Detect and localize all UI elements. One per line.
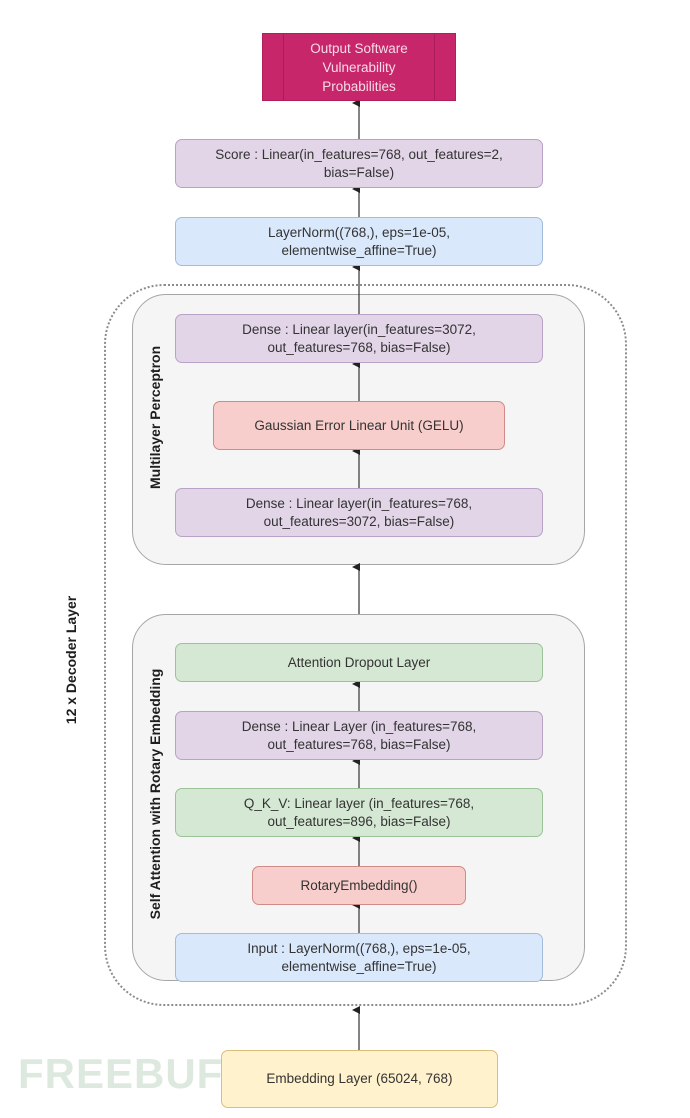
mlp-dense-out-line-2: out_features=768, bias=False) bbox=[267, 339, 451, 355]
score-line-1: Score : Linear(in_features=768, out_feat… bbox=[215, 146, 503, 162]
input-norm-line-2: elementwise_affine=True) bbox=[281, 958, 437, 974]
output-box-divider-left bbox=[283, 34, 284, 100]
input-norm-line-1: Input : LayerNorm((768,), eps=1e-05, bbox=[247, 940, 471, 956]
final-layernorm-box: LayerNorm((768,), eps=1e-05, elementwise… bbox=[175, 217, 543, 266]
attention-dropout-label: Attention Dropout Layer bbox=[287, 654, 431, 670]
embedding-label: Embedding Layer (65024, 768) bbox=[266, 1071, 453, 1086]
attention-dense-line-1: Dense : Linear Layer (in_features=768, bbox=[241, 718, 477, 734]
output-line-2: Vulnerability bbox=[322, 59, 396, 75]
final-norm-line-1: LayerNorm((768,), eps=1e-05, bbox=[268, 224, 450, 240]
attention-dropout-box: Attention Dropout Layer bbox=[175, 643, 543, 682]
rotary-embedding-label: RotaryEmbedding() bbox=[300, 877, 418, 893]
final-norm-line-2: elementwise_affine=True) bbox=[281, 242, 437, 258]
attention-dense-line-2: out_features=768, bias=False) bbox=[267, 736, 451, 752]
attention-dense-box: Dense : Linear Layer (in_features=768, o… bbox=[175, 711, 543, 760]
gelu-label: Gaussian Error Linear Unit (GELU) bbox=[254, 417, 464, 433]
mlp-dense-in-line-2: out_features=3072, bias=False) bbox=[263, 513, 455, 529]
qkv-linear-box: Q_K_V: Linear layer (in_features=768, ou… bbox=[175, 788, 543, 837]
mlp-dense-out-line-1: Dense : Linear layer(in_features=3072, bbox=[242, 321, 476, 337]
qkv-line-2: out_features=896, bias=False) bbox=[267, 813, 451, 829]
gelu-box: Gaussian Error Linear Unit (GELU) bbox=[213, 401, 505, 450]
score-line-2: bias=False) bbox=[323, 164, 395, 180]
rotary-embedding-box: RotaryEmbedding() bbox=[252, 866, 466, 905]
mlp-dense-out-box: Dense : Linear layer(in_features=3072, o… bbox=[175, 314, 543, 363]
watermark-logo: FREEBUF bbox=[18, 1050, 224, 1097]
mlp-dense-in-box: Dense : Linear layer(in_features=768, ou… bbox=[175, 488, 543, 537]
output-line-1: Output Software bbox=[310, 40, 408, 56]
output-box-divider-right bbox=[434, 34, 435, 100]
score-linear-box: Score : Linear(in_features=768, out_feat… bbox=[175, 139, 543, 188]
input-layernorm-box: Input : LayerNorm((768,), eps=1e-05, ele… bbox=[175, 933, 543, 982]
output-line-3: Probabilities bbox=[322, 78, 396, 94]
qkv-line-1: Q_K_V: Linear layer (in_features=768, bbox=[243, 795, 475, 811]
output-probabilities-box: Output Software Vulnerability Probabilit… bbox=[262, 33, 456, 101]
embedding-layer-box: Embedding Layer (65024, 768) bbox=[221, 1050, 498, 1108]
mlp-dense-in-line-1: Dense : Linear layer(in_features=768, bbox=[245, 495, 473, 511]
